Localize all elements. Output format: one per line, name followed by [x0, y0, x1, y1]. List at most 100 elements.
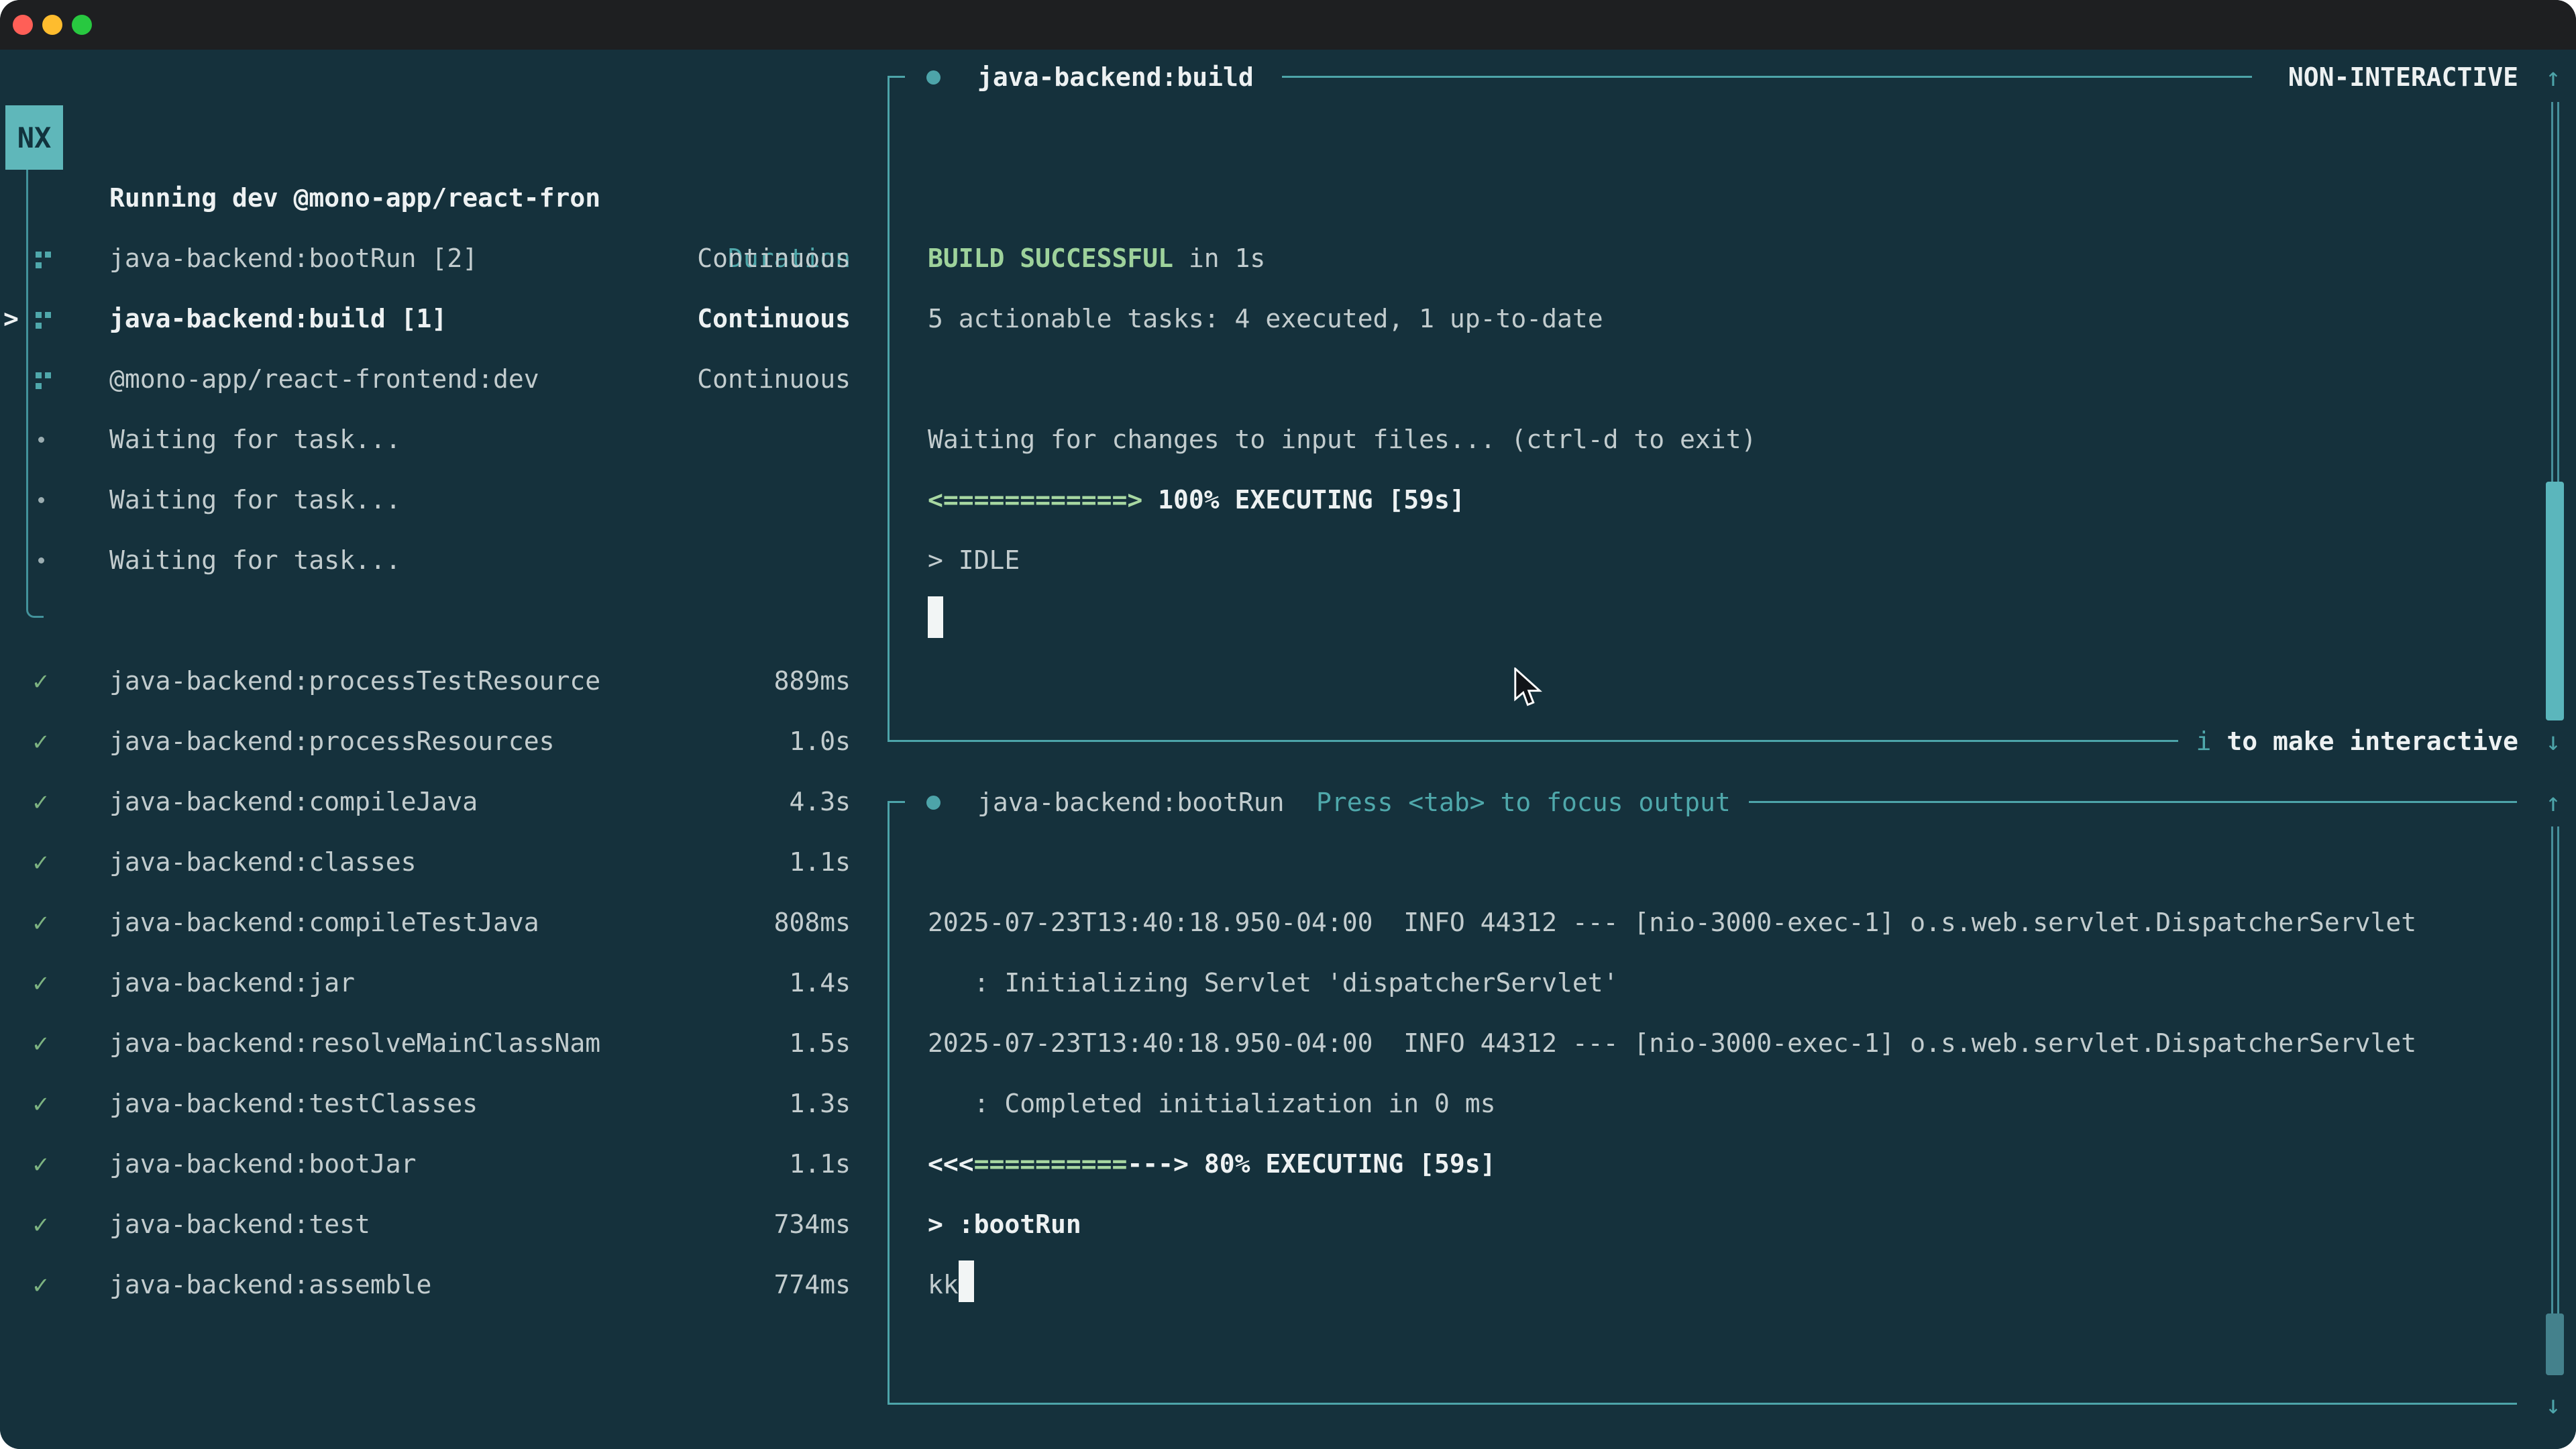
task-name: java-backend:compileTestJava — [109, 892, 539, 953]
maximize-button[interactable] — [72, 15, 92, 35]
sidebar-bottom-bar: ← 1/2 → quit: q help: ? — [0, 1375, 872, 1436]
task-row[interactable]: ✓java-backend:classes1.1s — [0, 832, 872, 892]
output-text-segment: > :bootRun — [928, 1210, 1081, 1239]
pane-bootrun-scrollbar-track[interactable] — [2551, 826, 2559, 1375]
output-text-segment: Waiting for changes to input files... (c… — [928, 425, 1756, 454]
task-pending-dot-icon — [38, 437, 44, 443]
task-duration: 734ms — [774, 1194, 851, 1254]
output-text-segment: 5 actionable tasks: 4 executed, 1 up-to-… — [928, 304, 1603, 333]
task-row[interactable]: Waiting for task... — [0, 470, 872, 530]
task-success-check-icon: ✓ — [33, 711, 48, 771]
task-row[interactable]: ✓java-backend:compileJava4.3s — [0, 771, 872, 832]
terminal-cursor — [959, 1260, 974, 1302]
output-text-segment: kk — [928, 1270, 959, 1299]
task-success-check-icon: ✓ — [33, 1254, 48, 1315]
task-row[interactable]: ✓ java-backend:resolveMainClassNam 1.5s — [0, 1013, 872, 1073]
task-success-check-icon: ✓ — [33, 1073, 48, 1134]
task-success-check-icon: ✓ — [33, 953, 48, 1013]
pane-bootrun-title: java-backend:bootRun — [977, 772, 1285, 833]
pane-bootrun-scrollbar-thumb[interactable] — [2546, 1313, 2564, 1375]
task-name: java-backend:processResources — [109, 711, 554, 771]
task-duration: Continuous — [697, 349, 851, 409]
task-running-spinner-icon — [36, 252, 42, 258]
terminal-output-line: <<<==========---> 80% EXECUTING [59s] — [928, 1134, 1496, 1194]
output-text-segment: in 1s — [1173, 244, 1265, 273]
task-row[interactable]: ✓java-backend:compileTestJava808ms — [0, 892, 872, 953]
task-duration: Continuous — [697, 288, 851, 349]
task-row[interactable]: ✓ java-backend:assemble 774ms — [0, 1254, 872, 1315]
task-row[interactable]: ✓ java-backend:processResources 1.0s — [0, 711, 872, 771]
terminal-output-line: Waiting for changes to input files... (c… — [928, 409, 1756, 470]
task-duration: 1.1s — [789, 832, 851, 892]
pane-build-title: java-backend:build — [977, 47, 1254, 107]
terminal-output-line: 5 actionable tasks: 4 executed, 1 up-to-… — [928, 288, 1603, 349]
task-row[interactable]: ✓java-backend:bootJar1.1s — [0, 1134, 872, 1194]
output-text-segment: > IDLE — [928, 545, 1020, 575]
pane-bootrun-top-border — [1749, 801, 2517, 803]
output-text-segment: : Completed initialization in 0 ms — [928, 1089, 1495, 1118]
sidebar-header: Running dev @mono-app/react-fron Duratio… — [0, 107, 872, 168]
output-text-segment: : Initializing Servlet 'dispatcherServle… — [928, 968, 1619, 998]
task-name: Waiting for task... — [109, 409, 401, 470]
output-text-segment: 2025-07-23T13:40:18.950-04:00 INFO 44312… — [928, 908, 2416, 937]
terminal-output-line: BUILD SUCCESSFUL in 1s — [928, 228, 1265, 288]
task-name: java-backend:processTestResource — [109, 651, 600, 711]
task-name: java-backend:compileJava — [109, 771, 478, 832]
page-prev-arrow-icon[interactable]: ← — [36, 1436, 52, 1449]
terminal-output-line: kk — [928, 1254, 974, 1315]
task-row[interactable]: ✓ java-backend:processTestResource 889ms — [0, 651, 872, 711]
task-success-check-icon: ✓ — [33, 1013, 48, 1073]
terminal-output-line: : Initializing Servlet 'dispatcherServle… — [928, 953, 1619, 1013]
output-text-segment: <============> — [928, 485, 1142, 515]
terminal-output-line — [928, 590, 943, 651]
terminal-output-line: > :bootRun — [928, 1194, 1081, 1254]
task-duration: 889ms — [774, 651, 851, 711]
pane-build-scrollbar-thumb[interactable] — [2546, 482, 2564, 720]
task-name: java-backend:bootRun [2] — [109, 228, 478, 288]
interactive-hint-key: i — [2196, 727, 2212, 756]
pane-bootrun-bottom-border — [888, 1403, 2517, 1405]
task-running-spinner-icon — [36, 312, 42, 318]
output-text-segment: <<< — [928, 1149, 974, 1179]
titlebar — [0, 0, 2576, 50]
task-success-check-icon: ✓ — [33, 1194, 48, 1254]
task-duration: 1.0s — [789, 711, 851, 771]
task-row[interactable]: java-backend:bootRun [2]Continuous — [0, 228, 872, 288]
task-row[interactable]: ✓java-backend:testClasses1.3s — [0, 1073, 872, 1134]
close-button[interactable] — [13, 15, 33, 35]
task-duration: 1.5s — [789, 1013, 851, 1073]
interactive-hint-text: to make interactive — [2211, 727, 2518, 756]
task-name: java-backend:build [1] — [109, 288, 447, 349]
scroll-down-icon[interactable]: ↓ — [2540, 1375, 2567, 1435]
task-row[interactable]: ✓java-backend:test734ms — [0, 1194, 872, 1254]
scroll-up-icon[interactable]: ↑ — [2540, 47, 2567, 107]
mouse-cursor-icon — [1513, 667, 1542, 709]
task-row[interactable]: > java-backend:build [1] Continuous — [0, 288, 872, 349]
terminal-window: NX Running dev @mono-app/react-fron Dura… — [0, 0, 2576, 1449]
terminal-output-line: 2025-07-23T13:40:18.950-04:00 INFO 44312… — [928, 892, 2416, 953]
task-name: java-backend:bootJar — [109, 1134, 417, 1194]
task-name: java-backend:assemble — [109, 1254, 431, 1315]
task-duration: 1.4s — [789, 953, 851, 1013]
task-row[interactable]: Waiting for task... — [0, 530, 872, 590]
terminal-output-line: <============> 100% EXECUTING [59s] — [928, 470, 1465, 530]
task-success-check-icon: ✓ — [33, 892, 48, 953]
terminal-output-line: : Completed initialization in 0 ms — [928, 1073, 1495, 1134]
terminal-output-line: > IDLE — [928, 530, 1020, 590]
task-name: java-backend:resolveMainClassNam — [109, 1013, 600, 1073]
task-success-check-icon: ✓ — [33, 651, 48, 711]
task-name: Waiting for task... — [109, 530, 401, 590]
task-running-spinner-icon — [36, 372, 42, 378]
scroll-up-icon[interactable]: ↑ — [2540, 772, 2567, 833]
task-duration: 1.3s — [789, 1073, 851, 1134]
output-text-segment: ---> — [1127, 1149, 1189, 1179]
task-duration: 774ms — [774, 1254, 851, 1315]
selected-task-marker: > — [3, 288, 19, 349]
task-row[interactable]: ✓java-backend:jar1.4s — [0, 953, 872, 1013]
task-duration: 1.1s — [789, 1134, 851, 1194]
task-row[interactable]: Waiting for task... — [0, 409, 872, 470]
minimize-button[interactable] — [42, 15, 62, 35]
pane-build-bottom-border — [888, 740, 2178, 742]
task-success-check-icon: ✓ — [33, 832, 48, 892]
task-row[interactable]: @mono-app/react-frontend:devContinuous — [0, 349, 872, 409]
